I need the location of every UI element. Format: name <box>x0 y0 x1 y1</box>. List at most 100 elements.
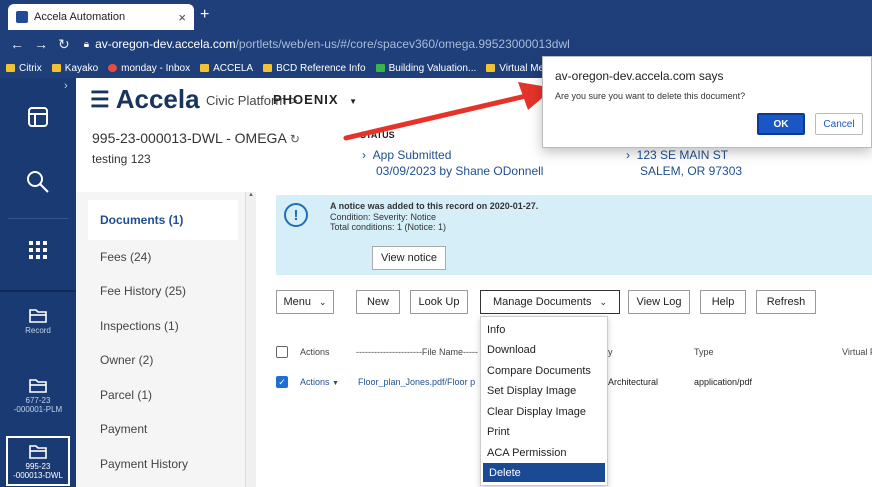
status-date: 03/09/2023 by Shane ODonnell <box>376 164 544 178</box>
menu-item-download[interactable]: Download <box>481 340 607 359</box>
nav-scrollbar[interactable]: ▲ <box>246 192 256 487</box>
lock-icon: 🔒︎ <box>83 38 90 50</box>
bookmark-label: ACCELA <box>213 62 254 74</box>
chevron-right-icon[interactable]: › <box>64 80 68 92</box>
menu-item-clear-display-image[interactable]: Clear Display Image <box>481 402 607 421</box>
col-actions: Actions <box>300 347 330 357</box>
row-actions-button[interactable]: Actions ▼ <box>300 377 339 387</box>
new-tab-button[interactable]: + <box>200 6 209 24</box>
record-folder-icon <box>29 445 47 459</box>
menu-button[interactable]: Menu ⌄ <box>276 290 334 314</box>
row-category: Architectural <box>608 377 659 387</box>
tab-payment-history[interactable]: Payment History <box>100 457 188 471</box>
chevron-down-icon: ⌄ <box>318 296 327 307</box>
accela-favicon-icon <box>16 11 28 23</box>
help-button[interactable]: Help <box>700 290 746 314</box>
record-label: Record <box>25 326 51 335</box>
view-notice-button[interactable]: View notice <box>372 246 446 270</box>
url-path: /portlets/web/en-us/#/core/spacev360/ome… <box>235 37 570 51</box>
menu-item-delete[interactable]: Delete <box>483 463 605 482</box>
record-id: 995-23-000013-DWL - OMEGA <box>92 130 287 146</box>
search-icon <box>27 171 49 193</box>
tab-parcel[interactable]: Parcel (1) <box>100 388 152 402</box>
monday-icon <box>108 64 118 72</box>
agency-name: PHOENIX <box>273 92 339 107</box>
record-folder-icon <box>29 379 47 393</box>
col-type[interactable]: Type <box>694 347 714 357</box>
tab-owner[interactable]: Owner (2) <box>100 353 153 367</box>
building-icon <box>375 64 385 72</box>
look-up-button[interactable]: Look Up <box>410 290 468 314</box>
ok-button[interactable]: OK <box>757 113 805 135</box>
tab-fees[interactable]: Fees (24) <box>100 250 151 264</box>
rail-divider <box>0 290 76 292</box>
scroll-up-icon[interactable]: ▲ <box>248 192 254 198</box>
recent-record-label: 995-23 -000013-DWL <box>13 462 63 480</box>
recent-record-label: 677-23 -000001-PLM <box>13 396 63 414</box>
bookmark-monday[interactable]: monday - Inbox <box>108 63 190 74</box>
bookmark-virtual[interactable]: Virtual Me <box>486 63 544 74</box>
reload-icon[interactable]: ↻ <box>58 36 70 53</box>
bookmark-building-valuation[interactable]: Building Valuation... <box>375 63 476 74</box>
caret-down-icon: ▼ <box>332 380 339 387</box>
url-host: av-oregon-dev.accela.com <box>95 37 236 51</box>
dashboard-icon <box>28 107 48 127</box>
dashboard-button[interactable] <box>0 106 76 128</box>
refresh-icon[interactable]: ↻ <box>290 132 300 146</box>
view-log-button[interactable]: View Log <box>628 290 690 314</box>
confirm-dialog: av-oregon-dev.accela.com says Are you su… <box>542 56 872 148</box>
forward-icon[interactable]: → <box>34 36 48 52</box>
bookmark-label: Virtual Me <box>499 62 545 74</box>
chevron-right-icon: › <box>626 148 637 162</box>
col-filename[interactable]: ----------------------File Name---------… <box>356 347 478 357</box>
bookmark-bcd[interactable]: BCD Reference Info <box>263 63 366 74</box>
refresh-button[interactable]: Refresh <box>756 290 816 314</box>
record-button[interactable]: Record <box>0 306 76 335</box>
notice-banner: ! A notice was added to this record on 2… <box>276 195 872 275</box>
record-address[interactable]: › 123 SE MAIN ST SALEM, OR 97303 <box>626 147 742 179</box>
dialog-message: Are you sure you want to delete this doc… <box>555 91 746 101</box>
record-status[interactable]: › App Submitted 03/09/2023 by Shane ODon… <box>362 147 543 179</box>
tab-title: Accela Automation <box>34 11 126 23</box>
search-button[interactable] <box>0 170 76 194</box>
apps-button[interactable] <box>0 240 76 260</box>
recent-record-dwl[interactable]: 995-23 -000013-DWL <box>0 442 76 480</box>
folder-icon <box>200 64 210 72</box>
menu-label: Menu <box>283 296 311 308</box>
close-icon[interactable]: × <box>178 10 186 25</box>
menu-item-info[interactable]: Info <box>481 320 607 339</box>
tab-payment[interactable]: Payment <box>100 422 147 436</box>
row-filename-link[interactable]: Floor_plan_Jones.pdf/Floor p <box>358 377 480 387</box>
tab-documents[interactable]: Documents (1) <box>88 200 238 240</box>
record-title: 995-23-000013-DWL - OMEGA ↻ <box>92 130 300 146</box>
left-rail: › Record 677-23 -000001-PLM 995-23 -0000… <box>0 78 76 487</box>
bookmark-citrix[interactable]: Citrix <box>6 63 42 74</box>
manage-documents-button[interactable]: Manage Documents ⌄ <box>480 290 620 314</box>
tab-fee-history[interactable]: Fee History (25) <box>100 284 186 298</box>
menu-item-print[interactable]: Print <box>481 422 607 441</box>
chevron-down-icon: ⌄ <box>599 296 607 307</box>
address-bar: ← → ↻ 🔒︎ av-oregon-dev.accela.com/portle… <box>0 30 872 58</box>
cancel-button[interactable]: Cancel <box>815 113 863 135</box>
accela-logo-icon: ☰ <box>90 86 110 112</box>
back-icon[interactable]: ← <box>10 36 24 52</box>
recent-record-plm[interactable]: 677-23 -000001-PLM <box>0 376 76 414</box>
col-virtual-folder[interactable]: Virtual F <box>842 347 872 357</box>
col-category[interactable]: y <box>608 347 613 357</box>
record-folder-icon <box>29 309 47 323</box>
accela-logo[interactable]: ☰ Accela <box>90 84 200 115</box>
new-button[interactable]: New <box>356 290 400 314</box>
rail-divider <box>8 218 68 219</box>
select-all-checkbox[interactable] <box>276 346 288 358</box>
bookmark-label: Kayako <box>64 62 99 74</box>
menu-item-compare-documents[interactable]: Compare Documents <box>481 361 607 380</box>
menu-item-aca-permission[interactable]: ACA Permission <box>481 443 607 462</box>
url-field[interactable]: 🔒︎ av-oregon-dev.accela.com/portlets/web… <box>84 37 570 51</box>
status-value: App Submitted <box>372 148 452 162</box>
menu-item-set-display-image[interactable]: Set Display Image <box>481 381 607 400</box>
browser-tab[interactable]: Accela Automation × <box>8 4 194 30</box>
bookmark-accela[interactable]: ACCELA <box>200 63 253 74</box>
bookmark-kayako[interactable]: Kayako <box>51 62 99 74</box>
row-checkbox[interactable]: ✓ <box>276 376 288 388</box>
tab-inspections[interactable]: Inspections (1) <box>100 319 179 333</box>
